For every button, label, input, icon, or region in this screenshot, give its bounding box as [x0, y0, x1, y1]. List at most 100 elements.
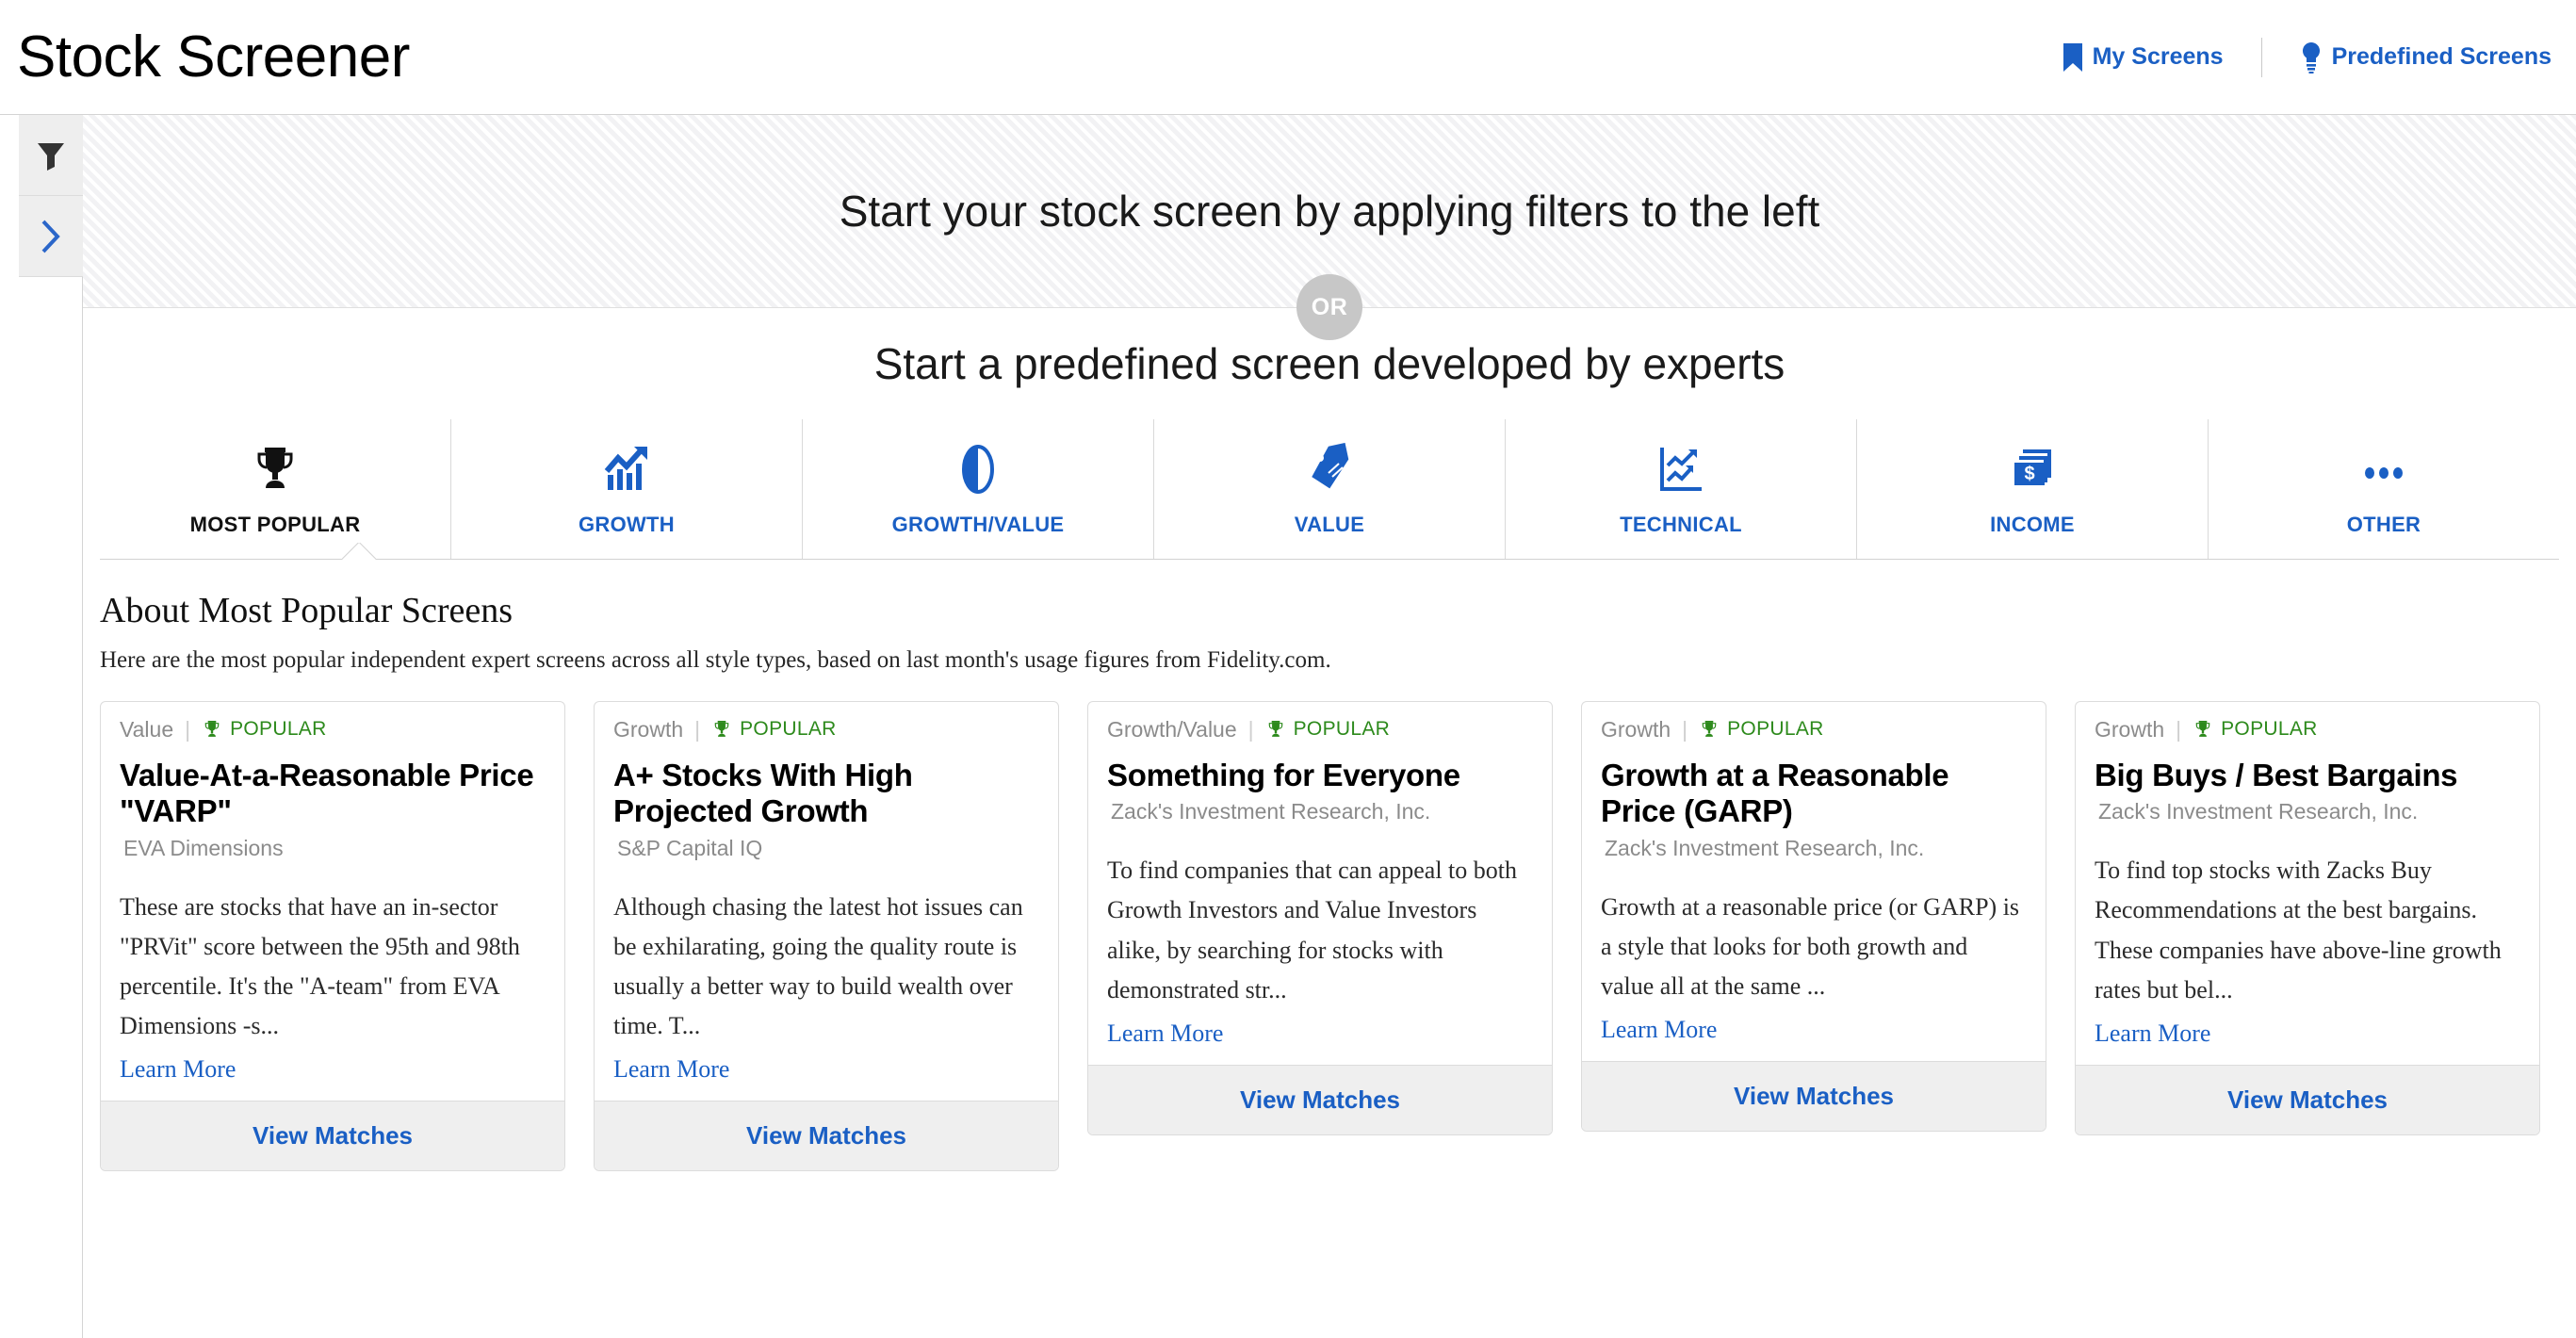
predefined-screens-link[interactable]: Predefined Screens [2300, 41, 2552, 73]
learn-more-link[interactable]: Learn More [613, 1055, 729, 1084]
screen-card: Growth | POPULAR Growth at a Reasonable Pri… [1581, 700, 2046, 1133]
predefined-screens-label: Predefined Screens [2331, 43, 2552, 70]
card-meta: Growth | POPULAR [2095, 717, 2520, 742]
tab-income[interactable]: $ INCOME [1857, 419, 2209, 559]
popular-badge-label: POPULAR [740, 718, 837, 741]
page-title: Stock Screener [17, 24, 410, 90]
popular-badge: POPULAR [2193, 718, 2317, 741]
card-meta: Growth | POPULAR [1601, 717, 2027, 742]
tab-growth-value[interactable]: GROWTH/VALUE [803, 419, 1154, 559]
body-row: Start your stock screen by applying filt… [0, 115, 2576, 1338]
tab-label: VALUE [1294, 513, 1365, 536]
card-body: Growth/Value | POPULAR Something for Everyo… [1088, 702, 1552, 1065]
hero-line-1: Start your stock screen by applying filt… [839, 187, 1820, 236]
lightbulb-icon [2300, 41, 2323, 73]
trophy-icon [711, 719, 732, 740]
learn-more-link[interactable]: Learn More [1107, 1020, 1223, 1048]
about-description: Here are the most popular independent ex… [100, 647, 1331, 673]
tabs-divider [100, 559, 2559, 560]
card-description: To find companies that can appeal to bot… [1107, 857, 1517, 1004]
trophy-icon [1265, 719, 1286, 740]
screen-cards: Value | POPULAR Value-At-a-Reasonable Price… [83, 677, 2576, 1172]
card-meta: Growth | POPULAR [613, 717, 1039, 742]
active-tab-pointer [342, 543, 376, 560]
view-matches-label: View Matches [1733, 1082, 1895, 1111]
view-matches-label: View Matches [252, 1121, 414, 1150]
money-stack-icon: $ [2006, 441, 2059, 498]
tab-label: OTHER [2346, 513, 2421, 536]
card-description: To find top stocks with Zacks Buy Recomm… [2095, 857, 2502, 1004]
learn-more-link[interactable]: Learn More [2095, 1020, 2210, 1048]
tab-label: MOST POPULAR [189, 513, 361, 536]
growth-chart-arrow-icon [600, 441, 653, 498]
view-matches-label: View Matches [745, 1121, 907, 1150]
ellipsis-icon [2357, 441, 2410, 498]
popular-badge-label: POPULAR [230, 718, 327, 741]
svg-text:$: $ [2024, 464, 2034, 484]
my-screens-link[interactable]: My Screens [2062, 42, 2224, 73]
card-description: Although chasing the latest hot issues c… [613, 892, 1023, 1040]
tab-label: INCOME [1990, 513, 2075, 536]
view-matches-button[interactable]: View Matches [101, 1101, 564, 1171]
trophy-icon [2193, 719, 2213, 740]
card-provider: S&P Capital IQ [617, 835, 763, 860]
card-body: Growth | POPULAR A+ Stocks With High Projec… [595, 702, 1058, 1101]
view-matches-button[interactable]: View Matches [1088, 1064, 1552, 1134]
popular-badge-label: POPULAR [1727, 718, 1824, 741]
meta-divider: | [185, 716, 191, 742]
filter-funnel-icon [35, 139, 67, 171]
card-style-label: Growth [613, 716, 684, 742]
learn-more-link[interactable]: Learn More [1601, 1016, 1717, 1044]
tab-other[interactable]: OTHER [2209, 419, 2559, 559]
learn-more-link[interactable]: Learn More [120, 1055, 236, 1084]
left-rail [0, 115, 83, 1338]
view-matches-label: View Matches [2226, 1085, 2389, 1114]
tab-value[interactable]: VALUE [1154, 419, 1506, 559]
popular-badge: POPULAR [1699, 718, 1823, 741]
meta-divider: | [694, 716, 701, 742]
card-provider: Zack's Investment Research, Inc. [1605, 835, 1925, 860]
popular-badge-label: POPULAR [1293, 718, 1391, 741]
expand-panel-button[interactable] [19, 196, 83, 277]
card-meta: Growth/Value | POPULAR [1107, 717, 1533, 742]
or-badge: OR [1296, 274, 1362, 340]
tab-label: GROWTH [578, 513, 675, 536]
card-provider: Zack's Investment Research, Inc. [1111, 799, 1431, 824]
my-screens-label: My Screens [2092, 43, 2224, 70]
screen-card: Value | POPULAR Value-At-a-Reasonable Price… [100, 700, 565, 1172]
category-tabs-wrap: MOST POPULAR GROWTH GROWTH/VALUE VALUE T… [83, 419, 2576, 559]
tab-label: TECHNICAL [1620, 513, 1742, 536]
header-divider [2260, 37, 2262, 77]
card-style-label: Value [120, 716, 174, 742]
view-matches-button[interactable]: View Matches [2076, 1064, 2539, 1134]
card-style-label: Growth [1601, 716, 1671, 742]
card-style-label: Growth [2095, 716, 2165, 742]
popular-badge: POPULAR [711, 718, 836, 741]
view-matches-button[interactable]: View Matches [1582, 1061, 2046, 1132]
card-title: Value-At-a-Reasonable Price "VARP" [120, 757, 534, 829]
card-description: Growth at a reasonable price (or GARP) i… [1601, 892, 2020, 1001]
popular-badge: POPULAR [1265, 718, 1390, 741]
card-title: Growth at a Reasonable Price (GARP) [1601, 757, 1949, 829]
card-title: A+ Stocks With High Projected Growth [613, 757, 913, 829]
tab-growth[interactable]: GROWTH [451, 419, 803, 559]
view-matches-button[interactable]: View Matches [595, 1101, 1058, 1171]
screen-card: Growth | POPULAR A+ Stocks With High Projec… [594, 700, 1059, 1172]
about-section: About Most Popular Screens Here are the … [83, 560, 2576, 677]
filter-toggle-button[interactable] [19, 115, 83, 196]
tab-most-popular[interactable]: MOST POPULAR [100, 419, 451, 559]
header-links: My Screens Predefined Screens [2062, 37, 2552, 77]
main-content: Start your stock screen by applying filt… [83, 115, 2576, 1338]
trophy-icon [249, 441, 302, 498]
category-tabs: MOST POPULAR GROWTH GROWTH/VALUE VALUE T… [100, 419, 2559, 559]
screen-card: Growth | POPULAR Big Buys / Best Bargains Za… [2075, 700, 2540, 1135]
tab-technical[interactable]: TECHNICAL [1506, 419, 1857, 559]
card-style-label: Growth/Value [1107, 716, 1237, 742]
card-title: Big Buys / Best Bargains [2095, 757, 2458, 792]
card-title: Something for Everyone [1107, 757, 1460, 792]
screen-card: Growth/Value | POPULAR Something for Everyo… [1087, 700, 1553, 1135]
hero-line-2: Start a predefined screen developed by e… [873, 339, 1785, 388]
meta-divider: | [2176, 716, 2182, 742]
price-tag-icon [1303, 441, 1356, 498]
trophy-icon [202, 719, 222, 740]
